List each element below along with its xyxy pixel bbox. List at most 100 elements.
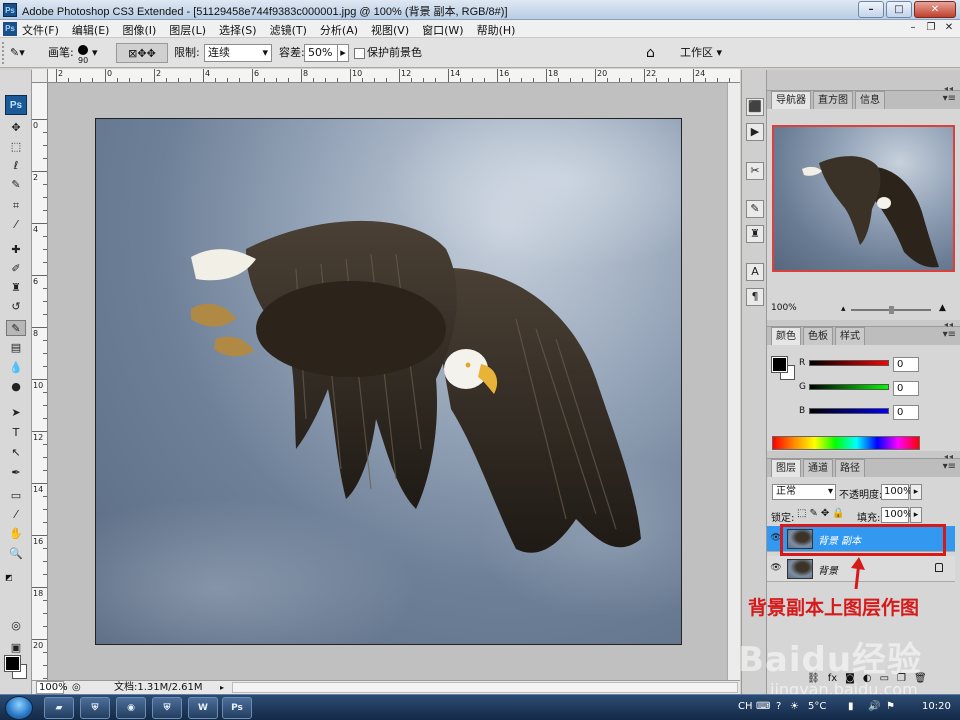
close-button[interactable]: ✕: [914, 1, 956, 18]
security-taskbar-icon[interactable]: ⛨: [80, 697, 110, 719]
word-taskbar-icon[interactable]: W: [188, 697, 218, 719]
zoom-tool-icon[interactable]: 🔍: [6, 546, 26, 562]
g-value-input[interactable]: 0: [893, 381, 919, 396]
r-value-input[interactable]: 0: [893, 357, 919, 372]
doc-close-button[interactable]: ✕: [942, 21, 956, 35]
flag-icon[interactable]: ⚑: [886, 701, 895, 712]
browser-taskbar-icon[interactable]: ◉: [116, 697, 146, 719]
brushes-panel-icon[interactable]: ✎: [746, 200, 764, 218]
menu-image[interactable]: 图像(I): [122, 22, 156, 38]
visibility-eye-icon[interactable]: 👁: [770, 532, 782, 544]
r-slider[interactable]: [809, 360, 889, 366]
limit-select[interactable]: 连续 ▾: [204, 44, 272, 62]
color-spectrum-ramp[interactable]: [772, 436, 920, 450]
panel-menu-icon[interactable]: ▾≡: [943, 93, 956, 104]
notes-tool-icon[interactable]: ▭: [6, 488, 26, 504]
tab-paths[interactable]: 路径: [835, 459, 865, 477]
tab-styles[interactable]: 样式: [835, 327, 865, 345]
path-select-tool-icon[interactable]: ➤: [6, 405, 26, 421]
brush-picker-arrow-icon[interactable]: ▾: [92, 43, 98, 63]
opacity-input[interactable]: 100%: [881, 484, 913, 500]
menu-layer[interactable]: 图层(L): [169, 22, 206, 38]
b-value-input[interactable]: 0: [893, 405, 919, 420]
move-tool-icon[interactable]: ✥: [6, 120, 26, 136]
hand-tool-icon[interactable]: ✋: [6, 526, 26, 542]
ruler-origin[interactable]: [32, 69, 48, 83]
vertical-scrollbar[interactable]: [727, 83, 740, 680]
lock-icons[interactable]: ⬚✎✥🔒: [797, 508, 848, 519]
quick-mask-icon[interactable]: ◎: [6, 618, 26, 634]
minimize-button[interactable]: –: [858, 1, 884, 18]
menu-window[interactable]: 窗口(W): [422, 22, 463, 38]
eagle-photo[interactable]: [95, 118, 682, 645]
pen-tool-icon[interactable]: ✒: [6, 465, 26, 481]
quick-select-tool-icon[interactable]: ✎: [6, 177, 26, 193]
menu-analysis[interactable]: 分析(A): [320, 22, 358, 38]
healing-tool-icon[interactable]: ✚: [6, 242, 26, 258]
zoom-out-icon[interactable]: ▴: [841, 304, 846, 314]
doc-minimize-button[interactable]: –: [906, 21, 920, 35]
default-colors-icon[interactable]: ◩: [5, 573, 13, 582]
opacity-slider-arrow-icon[interactable]: ▸: [910, 484, 922, 500]
menu-view[interactable]: 视图(V): [371, 22, 409, 38]
tolerance-slider-arrow-icon[interactable]: ▸: [337, 44, 349, 62]
keyboard-icon[interactable]: ⌨: [756, 701, 770, 712]
bridge-icon[interactable]: ⌂: [646, 43, 655, 63]
volume-icon[interactable]: 🔊: [868, 701, 880, 712]
brush-tool-icon[interactable]: ✐: [6, 261, 26, 277]
status-menu-arrow-icon[interactable]: ▸: [216, 682, 228, 693]
lasso-tool-icon[interactable]: ℓ: [6, 158, 26, 174]
sampling-buttons[interactable]: ⊠✥✥: [116, 43, 168, 63]
options-grip[interactable]: [2, 42, 6, 64]
zoom-in-icon[interactable]: ▲: [939, 303, 946, 313]
panel-menu-icon[interactable]: ▾≡: [943, 461, 956, 472]
fill-slider-arrow-icon[interactable]: ▸: [910, 507, 922, 523]
eyedropper2-tool-icon[interactable]: ⁄: [6, 507, 26, 523]
maximize-button[interactable]: □: [886, 1, 912, 18]
eyedropper-tool-icon[interactable]: ⁄: [6, 217, 26, 233]
layer-row-background-copy[interactable]: 👁 背景 副本: [767, 526, 955, 552]
history-panel-icon[interactable]: ⬛: [746, 98, 764, 116]
zoom-slider-thumb[interactable]: [889, 306, 894, 314]
help-icon[interactable]: ?: [776, 701, 781, 712]
actions-panel-icon[interactable]: ▶: [746, 123, 764, 141]
status-icon[interactable]: ◎: [72, 682, 81, 693]
menu-select[interactable]: 选择(S): [219, 22, 257, 38]
tab-info[interactable]: 信息: [855, 91, 885, 109]
antivirus-taskbar-icon[interactable]: ⛨: [152, 697, 182, 719]
type-tool-icon[interactable]: T: [6, 425, 26, 441]
vertical-ruler[interactable]: 0 2 4 6 8 10 12 14 16 18 20: [32, 83, 48, 680]
direct-select-tool-icon[interactable]: ↖: [6, 445, 26, 461]
tolerance-input[interactable]: 50%: [304, 44, 338, 62]
background-eraser-preset-icon[interactable]: ✎▾: [10, 43, 25, 63]
menu-file[interactable]: 文件(F): [22, 22, 59, 38]
tool-presets-icon[interactable]: ✂: [746, 162, 764, 180]
paragraph-panel-icon[interactable]: ¶: [746, 288, 764, 306]
clone-source-icon[interactable]: ♜: [746, 225, 764, 243]
fill-input[interactable]: 100%: [881, 507, 913, 523]
clock[interactable]: 10:20: [922, 701, 951, 712]
visibility-eye-icon[interactable]: 👁: [770, 562, 782, 574]
tab-channels[interactable]: 通道: [803, 459, 833, 477]
gradient-tool-icon[interactable]: ▤: [6, 340, 26, 356]
color-fg-swatch[interactable]: [771, 356, 788, 373]
g-slider[interactable]: [809, 384, 889, 390]
blend-mode-select[interactable]: 正常 ▾: [772, 484, 836, 500]
menu-edit[interactable]: 编辑(E): [72, 22, 110, 38]
temperature[interactable]: 5°C: [808, 701, 826, 712]
history-brush-tool-icon[interactable]: ↺: [6, 299, 26, 315]
tab-navigator[interactable]: 导航器: [771, 91, 811, 109]
protect-foreground-checkbox[interactable]: [354, 48, 365, 59]
blur-tool-icon[interactable]: 💧: [6, 360, 26, 376]
tab-layers[interactable]: 图层: [771, 459, 801, 477]
b-slider[interactable]: [809, 408, 889, 414]
screen-mode-icon[interactable]: ▣: [6, 640, 26, 656]
horizontal-scrollbar[interactable]: [232, 682, 738, 693]
menu-filter[interactable]: 滤镜(T): [270, 22, 307, 38]
clone-stamp-tool-icon[interactable]: ♜: [6, 280, 26, 296]
photoshop-taskbar-icon[interactable]: Ps: [222, 697, 252, 719]
tab-color[interactable]: 颜色: [771, 327, 801, 345]
tab-histogram[interactable]: 直方图: [813, 91, 853, 109]
workspace-button[interactable]: 工作区 ▾: [680, 43, 722, 63]
horizontal-ruler[interactable]: 202468101214161820222426: [48, 69, 740, 83]
